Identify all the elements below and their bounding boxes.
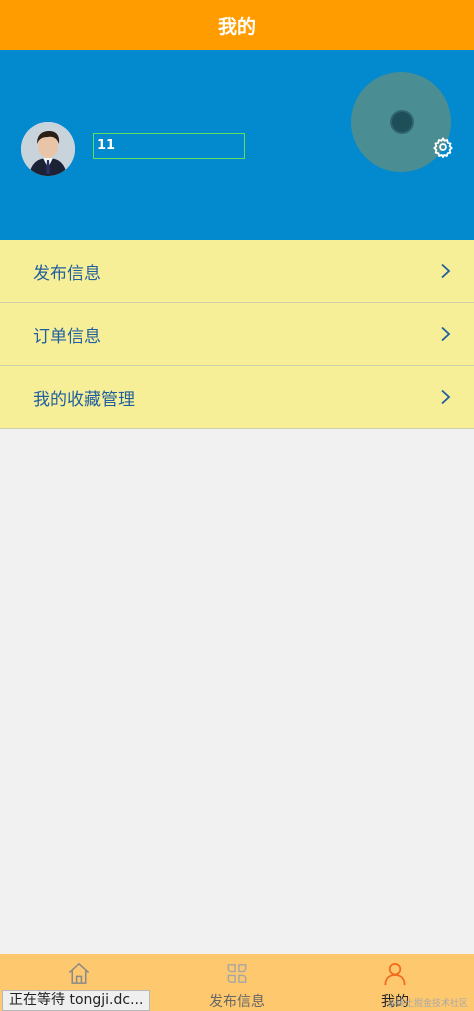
- watermark-text: @稀土掘金技术社区: [386, 999, 468, 1009]
- user-icon: [384, 962, 406, 986]
- chevron-right-icon: [441, 389, 451, 405]
- chevron-right-icon: [441, 263, 451, 279]
- menu-item-order-info[interactable]: 订单信息: [0, 303, 474, 366]
- avatar[interactable]: [21, 122, 75, 176]
- gear-icon: [433, 137, 453, 158]
- tab-publish[interactable]: 发布信息: [158, 954, 316, 1011]
- menu-item-label: 发布信息: [33, 263, 101, 284]
- home-icon: [68, 962, 90, 984]
- settings-button[interactable]: [432, 136, 454, 158]
- my-page: 我的 11 发布信息 订单信息 我的收藏管理 发布信息 我的 正在等待 tong…: [0, 0, 474, 1011]
- username-value: 11: [97, 138, 116, 153]
- avatar-photo-icon: [21, 122, 75, 176]
- browser-status-text: 正在等待 tongji.dc...: [2, 990, 151, 1011]
- chevron-right-icon: [441, 326, 451, 342]
- menu-list: 发布信息 订单信息 我的收藏管理: [0, 240, 474, 429]
- menu-item-publish-info[interactable]: 发布信息: [0, 240, 474, 303]
- profile-header: 11: [0, 50, 474, 240]
- grid-icon: [227, 964, 247, 983]
- menu-item-favorites[interactable]: 我的收藏管理: [0, 366, 474, 429]
- menu-item-label: 订单信息: [33, 326, 101, 347]
- page-title: 我的: [217, 15, 256, 38]
- menu-item-label: 我的收藏管理: [33, 389, 135, 410]
- username-field[interactable]: 11: [93, 133, 245, 159]
- decorative-dot: [390, 110, 414, 134]
- title-bar: 我的: [0, 0, 474, 50]
- tab-label: 发布信息: [209, 994, 265, 1010]
